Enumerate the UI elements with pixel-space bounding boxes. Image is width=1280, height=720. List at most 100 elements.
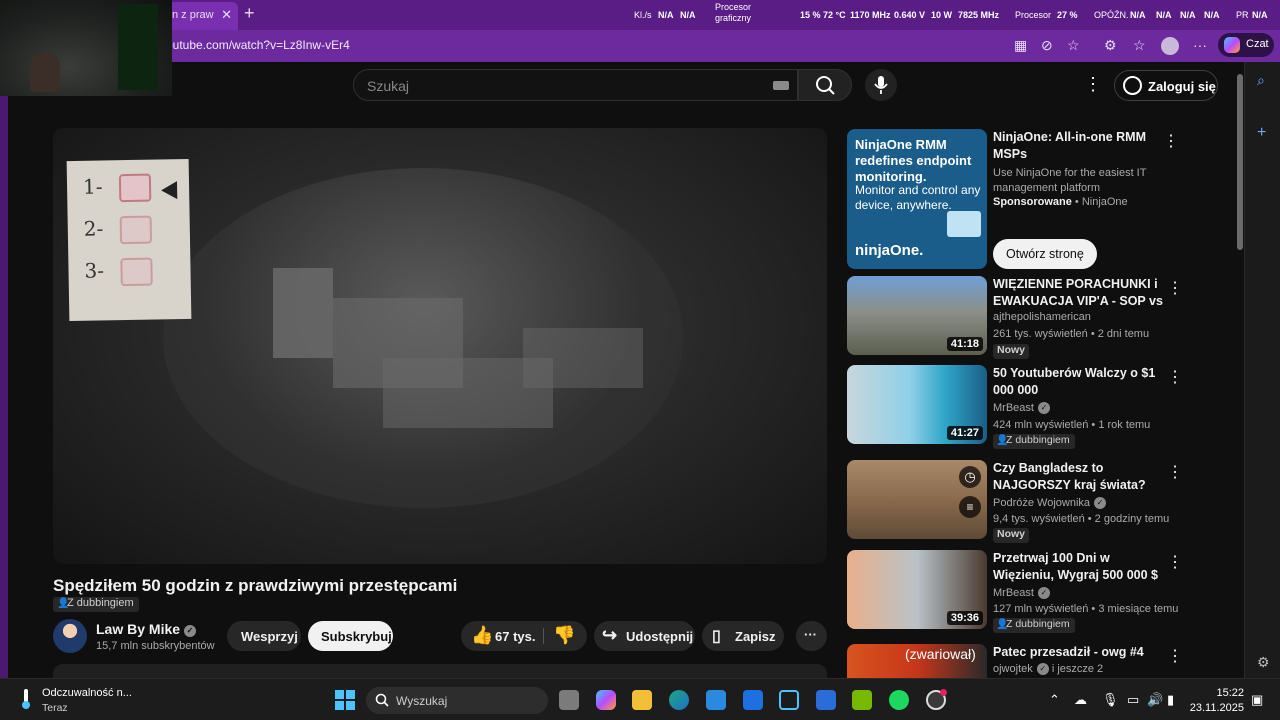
sidebar-search-icon[interactable]: ⌕ xyxy=(1257,72,1265,89)
microphone-tray-icon[interactable]: 🎙 xyxy=(1102,692,1119,708)
profile-avatar[interactable] xyxy=(1161,37,1179,55)
dropbox-icon[interactable] xyxy=(743,690,763,710)
laptop-icon xyxy=(947,211,981,237)
volume-icon[interactable]: 🔊 xyxy=(1147,692,1163,708)
recommendation-thumbnail[interactable]: 39:36 xyxy=(847,550,987,629)
sidebar-settings-icon[interactable]: ⚙ xyxy=(1257,654,1270,671)
channel-avatar[interactable] xyxy=(53,619,87,653)
sponsored-ad[interactable]: NinjaOne RMM redefines endpoint monitori… xyxy=(847,129,1187,269)
search-input[interactable]: Szukaj xyxy=(353,69,798,101)
share-button[interactable]: ↪ Udostępnij xyxy=(594,621,695,651)
video-player[interactable]: 1- 2- 3- xyxy=(53,128,827,564)
file-explorer-icon[interactable] xyxy=(632,690,652,710)
search-button[interactable] xyxy=(798,69,852,101)
note-box xyxy=(119,215,153,245)
search-placeholder: Szukaj xyxy=(367,78,410,94)
like-count[interactable]: 67 tys. xyxy=(495,629,535,644)
dubbing-icon: 👤 xyxy=(57,598,70,609)
keyboard-icon[interactable] xyxy=(773,81,789,90)
weather-title[interactable]: Odczuwalność n... xyxy=(42,687,132,699)
dislike-icon[interactable]: 👎 xyxy=(553,625,575,646)
description-box[interactable] xyxy=(53,664,827,678)
recommendation-thumbnail[interactable]: 41:27 xyxy=(847,365,987,444)
recommendation-channel[interactable]: ojwojtek ✓ i jeszcze 2 xyxy=(993,663,1103,675)
verified-icon: ✓ xyxy=(184,625,197,637)
clock-time[interactable]: 15:22 xyxy=(1196,687,1244,699)
notifications-icon[interactable]: ▣ xyxy=(1251,692,1263,708)
recommendation-channel[interactable]: MrBeast ✓ xyxy=(993,402,1050,414)
voice-search-button[interactable] xyxy=(865,69,897,101)
hud-gpu-mem: 7825 MHz xyxy=(958,10,1000,20)
recommendation-channel[interactable]: ajthepolishamerican xyxy=(993,311,1091,323)
spotify-icon[interactable] xyxy=(889,690,909,710)
settings-menu-icon[interactable]: ⋮ xyxy=(1084,74,1102,95)
thermometer-icon[interactable] xyxy=(18,688,34,710)
extensions-icon[interactable]: ⚙ xyxy=(1104,37,1117,54)
browser-sidebar: ⌕ + ⚙ xyxy=(1237,62,1280,678)
dubbed-badge: 👤Z dubbingiem xyxy=(993,434,1075,449)
open-site-button[interactable]: Otwórz stronę xyxy=(993,239,1097,269)
recommendation-thumbnail[interactable]: 41:18 xyxy=(847,276,987,355)
tracking-prevention-icon[interactable]: ⊘ xyxy=(1041,37,1053,54)
video-duration: 41:18 xyxy=(946,337,983,351)
clock-date[interactable]: 23.11.2025 xyxy=(1184,702,1244,714)
copilot-chat-button[interactable]: Czat xyxy=(1218,33,1274,57)
channel-subscribers: 15,7 mln subskrybentów xyxy=(96,640,215,652)
pointer-arrow-icon xyxy=(160,181,178,200)
more-actions-button[interactable]: ··· xyxy=(796,621,827,651)
battery-icon[interactable]: ▮ xyxy=(1167,692,1174,708)
ad-menu-icon[interactable]: ⋮ xyxy=(1163,131,1179,151)
address-bar: youtube.com/watch?v=Lz8Inw-vEr4 ▦ ⊘ ☆ ⚙ … xyxy=(0,30,1280,62)
microsoft-store-icon[interactable] xyxy=(706,690,726,710)
recommendation-item[interactable]: 41:18 WIĘZIENNE PORACHUNKI i EWAKUACJA V… xyxy=(847,276,1187,359)
sidebar-add-icon[interactable]: + xyxy=(1257,124,1266,142)
nvidia-icon[interactable] xyxy=(852,690,872,710)
cloud-icon[interactable]: ☁ xyxy=(1074,692,1087,708)
recommendation-thumbnail[interactable]: (zwariował) xyxy=(847,644,987,678)
task-view-icon[interactable] xyxy=(559,690,579,710)
search-icon xyxy=(375,693,389,707)
webcam-person xyxy=(30,52,60,92)
url-field[interactable]: youtube.com/watch?v=Lz8Inw-vEr4 xyxy=(160,38,350,52)
outlook-icon[interactable] xyxy=(816,690,836,710)
hud-cpu-label: Procesor xyxy=(1015,10,1052,20)
recommendation-menu-icon[interactable]: ⋮ xyxy=(1167,462,1183,482)
ad-thumbnail[interactable]: NinjaOne RMM redefines endpoint monitori… xyxy=(847,129,987,269)
recommendation-item[interactable]: 39:36 Przetrwaj 100 Dni w Więzieniu, Wyg… xyxy=(847,550,1187,633)
show-hidden-icons[interactable]: ⌃ xyxy=(1049,692,1060,708)
recommendation-menu-icon[interactable]: ⋮ xyxy=(1167,646,1183,666)
recommendation-channel[interactable]: MrBeast ✓ xyxy=(993,587,1050,599)
recommendation-channel[interactable]: Podróże Wojownika ✓ xyxy=(993,497,1107,509)
page-scrollbar[interactable] xyxy=(1237,74,1243,250)
favorite-star-icon[interactable]: ☆ xyxy=(1067,37,1080,54)
share-icon: ↪ xyxy=(602,625,618,645)
start-button[interactable] xyxy=(335,690,355,710)
copilot-app-icon[interactable] xyxy=(596,690,616,710)
recommendation-item[interactable]: ◷ ≡ Czy Bangladesz to NAJGORSZY kraj świ… xyxy=(847,460,1187,543)
apps-icon[interactable]: ▦ xyxy=(1014,37,1027,54)
recommendation-menu-icon[interactable]: ⋮ xyxy=(1167,367,1183,387)
bitwarden-icon[interactable] xyxy=(779,690,799,710)
support-button[interactable]: Wesprzyj xyxy=(227,621,301,651)
hud-pr-label: PR xyxy=(1236,10,1249,20)
recommendation-title: Patec przesadził - owg #4 xyxy=(993,645,1144,659)
add-to-queue-icon[interactable]: ≡ xyxy=(959,496,981,518)
taskbar-search[interactable]: Wyszukaj xyxy=(366,687,548,714)
like-icon[interactable]: 👍 xyxy=(471,625,493,646)
network-icon[interactable]: ▭ xyxy=(1127,692,1139,708)
recommendation-menu-icon[interactable]: ⋮ xyxy=(1167,552,1183,572)
watch-later-icon[interactable]: ◷ xyxy=(959,466,981,488)
subscribe-button[interactable]: Subskrybuj xyxy=(308,621,393,651)
more-options-icon[interactable]: ··· xyxy=(1193,37,1207,53)
recommendation-menu-icon[interactable]: ⋮ xyxy=(1167,278,1183,298)
channel-name[interactable]: Law By Mike ✓ xyxy=(96,621,197,637)
recommendation-thumbnail[interactable]: ◷ ≡ xyxy=(847,460,987,539)
sign-in-button[interactable]: Zaloguj się xyxy=(1114,70,1218,101)
save-button[interactable]: ▯ Zapisz xyxy=(702,621,784,651)
more-horizontal-icon: ··· xyxy=(804,627,817,642)
recommendation-item[interactable]: 41:27 50 Youtuberów Walczy o $1 000 000 … xyxy=(847,365,1187,449)
favorites-icon[interactable]: ☆ xyxy=(1133,37,1146,54)
recommendation-item[interactable]: (zwariował) Patec przesadził - owg #4 oj… xyxy=(847,644,1187,678)
hud-pr-value: N/A xyxy=(1252,10,1268,20)
edge-browser-icon[interactable] xyxy=(669,690,689,710)
